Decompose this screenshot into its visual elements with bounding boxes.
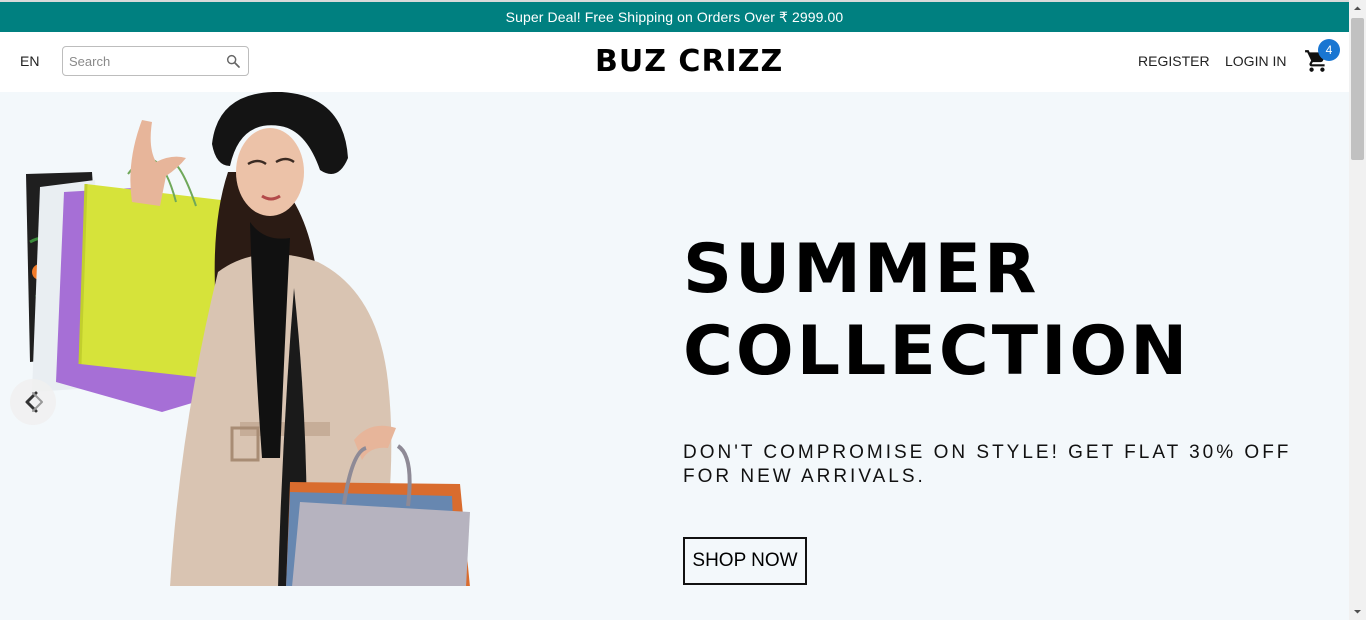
hero-title-line-2: COLLECTION xyxy=(683,312,1191,391)
register-link[interactable]: REGISTER xyxy=(1138,53,1210,69)
language-selector[interactable]: EN xyxy=(20,53,39,69)
navbar: EN BUZ CRIZZ REGISTER LOGIN IN 4 xyxy=(0,32,1349,92)
hero-title-line-1: SUMMER xyxy=(683,230,1040,309)
brand-logo[interactable]: BUZ CRIZZ xyxy=(595,44,783,79)
announcement-bar: Super Deal! Free Shipping on Orders Over… xyxy=(0,2,1349,32)
scrollbar-thumb[interactable] xyxy=(1351,18,1364,160)
slider-prev-button[interactable] xyxy=(10,379,56,425)
chevron-left-icon xyxy=(25,391,43,413)
shop-now-button[interactable]: SHOP NOW xyxy=(683,537,807,585)
hero-model-image xyxy=(0,92,480,587)
login-link[interactable]: LOGIN IN xyxy=(1225,53,1286,69)
hero-subtitle: DON'T COMPROMISE ON STYLE! GET FLAT 30% … xyxy=(683,442,1292,487)
search-box[interactable] xyxy=(62,46,249,76)
hero-banner: SUMMER COLLECTION DON'T COMPROMISE ON ST… xyxy=(0,92,1349,620)
page-scrollbar[interactable] xyxy=(1349,0,1366,620)
scroll-down-arrow-icon[interactable] xyxy=(1349,603,1366,620)
scroll-up-arrow-icon[interactable] xyxy=(1349,0,1366,17)
search-icon[interactable] xyxy=(225,53,241,69)
hero-title: SUMMER COLLECTION xyxy=(683,229,1190,393)
search-input[interactable] xyxy=(69,51,219,71)
announcement-text: Super Deal! Free Shipping on Orders Over… xyxy=(505,8,844,25)
cart-count-badge: 4 xyxy=(1318,39,1340,61)
